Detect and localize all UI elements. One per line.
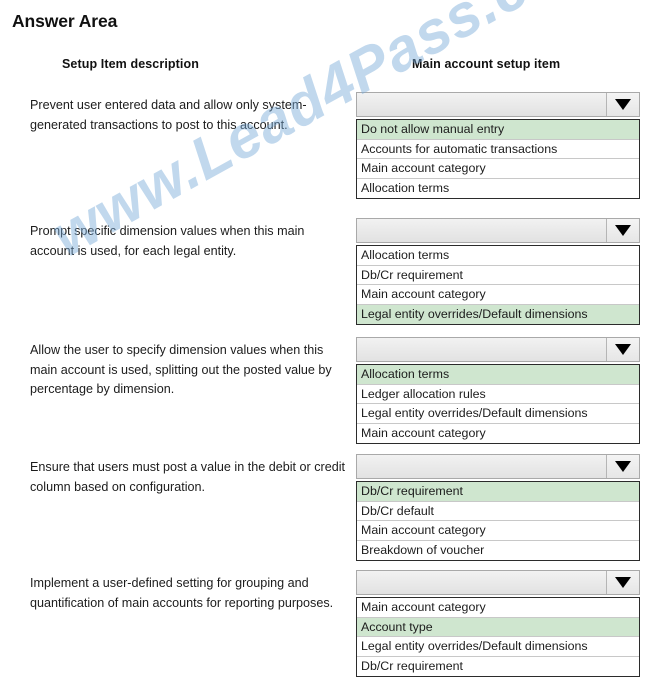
main-account-setup-item-dropdown[interactable]: Allocation terms Db/Cr requirement Main … xyxy=(356,218,640,325)
dropdown-option[interactable]: Legal entity overrides/Default dimension… xyxy=(357,304,639,324)
setup-item-description: Ensure that users must post a value in t… xyxy=(30,460,346,494)
dropdown-option[interactable]: Main account category xyxy=(357,285,639,305)
main-account-setup-item-dropdown[interactable]: Main account category Account type Legal… xyxy=(356,570,640,677)
dropdown-options-list[interactable]: Do not allow manual entry Accounts for a… xyxy=(356,119,640,199)
answer-area-page: Answer Area Setup Item description Main … xyxy=(0,0,663,695)
column-header-main-account-setup-item: Main account setup item xyxy=(412,57,561,71)
dropdown-options-list[interactable]: Db/Cr requirement Db/Cr default Main acc… xyxy=(356,481,640,561)
dropdown-toggle-button[interactable] xyxy=(606,338,639,361)
column-header-setup-item-description: Setup Item description xyxy=(62,57,199,71)
dropdown-option[interactable]: Main account category xyxy=(357,521,639,541)
dropdown-option[interactable]: Legal entity overrides/Default dimension… xyxy=(357,637,639,657)
chevron-down-icon xyxy=(615,461,631,472)
dropdown-option[interactable]: Allocation terms xyxy=(357,365,639,385)
dropdown-option[interactable]: Account type xyxy=(357,617,639,637)
chevron-down-icon xyxy=(615,344,631,355)
dropdown-option[interactable]: Do not allow manual entry xyxy=(357,120,639,140)
dropdown-option[interactable]: Accounts for automatic transactions xyxy=(357,139,639,159)
dropdown-options-list[interactable]: Allocation terms Db/Cr requirement Main … xyxy=(356,245,640,325)
dropdown-option[interactable]: Db/Cr requirement xyxy=(357,482,639,502)
dropdown-toggle-button[interactable] xyxy=(606,571,639,594)
dropdown-toggle-button[interactable] xyxy=(606,219,639,242)
dropdown-closed-box[interactable] xyxy=(356,337,640,362)
dropdown-option[interactable]: Legal entity overrides/Default dimension… xyxy=(357,404,639,424)
main-account-setup-item-dropdown[interactable]: Do not allow manual entry Accounts for a… xyxy=(356,92,640,199)
dropdown-closed-box[interactable] xyxy=(356,92,640,117)
dropdown-option[interactable]: Allocation terms xyxy=(357,178,639,198)
dropdown-closed-box[interactable] xyxy=(356,570,640,595)
dropdown-option[interactable]: Main account category xyxy=(357,598,639,618)
dropdown-toggle-button[interactable] xyxy=(606,93,639,116)
main-account-setup-item-dropdown[interactable]: Allocation terms Ledger allocation rules… xyxy=(356,337,640,444)
dropdown-closed-box[interactable] xyxy=(356,218,640,243)
dropdown-option[interactable]: Breakdown of voucher xyxy=(357,540,639,560)
setup-item-description: Implement a user-defined setting for gro… xyxy=(30,576,334,610)
chevron-down-icon xyxy=(615,577,631,588)
dropdown-option[interactable]: Main account category xyxy=(357,423,639,443)
dropdown-option[interactable]: Allocation terms xyxy=(357,246,639,266)
dropdown-toggle-button[interactable] xyxy=(606,455,639,478)
dropdown-option[interactable]: Db/Cr requirement xyxy=(357,656,639,676)
dropdown-option[interactable]: Main account category xyxy=(357,159,639,179)
chevron-down-icon xyxy=(615,99,631,110)
setup-item-description: Prevent user entered data and allow only… xyxy=(30,98,307,132)
dropdown-options-list[interactable]: Allocation terms Ledger allocation rules… xyxy=(356,364,640,444)
page-title: Answer Area xyxy=(12,11,118,31)
dropdown-options-list[interactable]: Main account category Account type Legal… xyxy=(356,597,640,677)
main-account-setup-item-dropdown[interactable]: Db/Cr requirement Db/Cr default Main acc… xyxy=(356,454,640,561)
setup-item-description: Allow the user to specify dimension valu… xyxy=(30,343,332,396)
dropdown-option[interactable]: Db/Cr requirement xyxy=(357,265,639,285)
dropdown-option[interactable]: Ledger allocation rules xyxy=(357,384,639,404)
chevron-down-icon xyxy=(615,225,631,236)
setup-item-description: Prompt specific dimension values when th… xyxy=(30,224,305,258)
dropdown-option[interactable]: Db/Cr default xyxy=(357,501,639,521)
dropdown-closed-box[interactable] xyxy=(356,454,640,479)
